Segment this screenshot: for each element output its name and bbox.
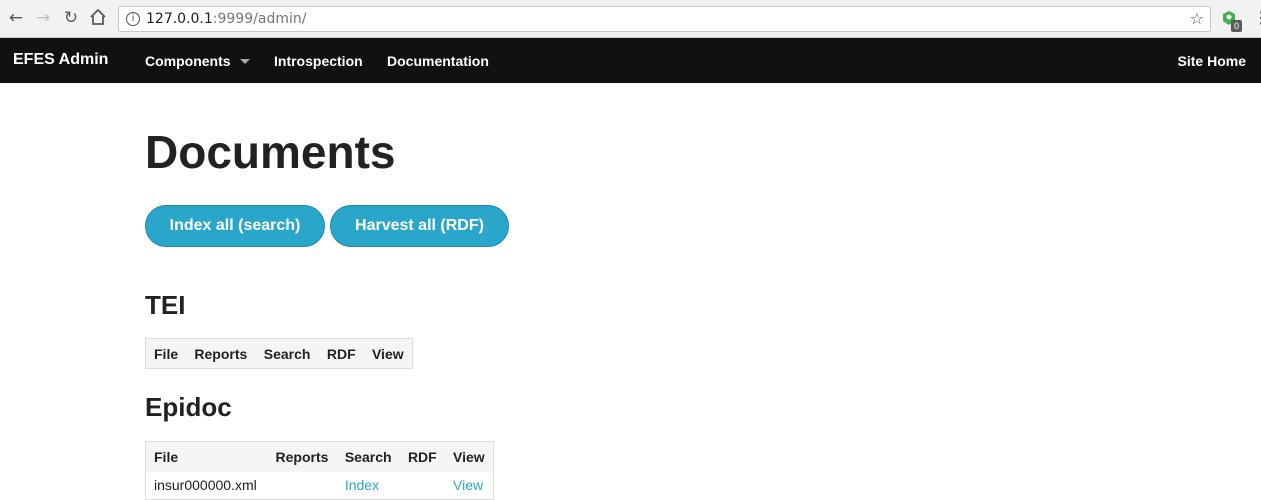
epidoc-row-view: View: [445, 472, 494, 500]
table-row: insur000000.xml Index View: [146, 472, 494, 500]
url-text: 127.0.0.1:9999/admin/: [146, 11, 306, 27]
epidoc-col-reports: Reports: [267, 441, 337, 472]
harvest-all-button[interactable]: Harvest all (RDF): [330, 205, 509, 247]
browser-menu-icon[interactable]: ⋮: [1253, 8, 1261, 28]
info-icon[interactable]: i: [126, 12, 140, 26]
tei-section-title: TEI: [145, 290, 186, 320]
tei-table-header: File Reports Search RDF View: [145, 338, 413, 369]
nav-components[interactable]: Components: [145, 53, 250, 69]
epidoc-col-view: View: [445, 441, 494, 472]
url-host: 127.0.0.1: [146, 11, 213, 27]
tei-col-reports: Reports: [186, 338, 256, 369]
nav-components-label: Components: [145, 53, 231, 69]
browser-toolbar: ← → ↻ i 127.0.0.1:9999/admin/ ☆ 0 ⋮: [0, 0, 1261, 38]
epidoc-row-rdf: [400, 472, 445, 500]
epidoc-section-title: Epidoc: [145, 392, 232, 422]
caret-down-icon: [239, 58, 250, 64]
page-title: Documents: [145, 126, 396, 178]
nav-documentation[interactable]: Documentation: [387, 53, 489, 69]
extension-badge: 0: [1231, 20, 1242, 32]
index-all-button[interactable]: Index all (search): [145, 205, 325, 247]
nav-introspection[interactable]: Introspection: [274, 53, 363, 69]
bookmark-star-icon[interactable]: ☆: [1190, 9, 1204, 28]
address-bar[interactable]: i 127.0.0.1:9999/admin/ ☆: [118, 6, 1211, 32]
epidoc-row-reports: [268, 472, 337, 500]
tei-col-rdf: RDF: [318, 338, 364, 369]
url-path: :9999/admin/: [212, 11, 307, 27]
epidoc-row-search: Index: [337, 472, 400, 500]
tei-col-file: File: [145, 338, 187, 369]
epidoc-col-search: Search: [336, 441, 400, 472]
view-link[interactable]: View: [453, 477, 483, 493]
index-link[interactable]: Index: [345, 477, 379, 493]
epidoc-table: File Reports Search RDF View insur000000…: [145, 441, 494, 500]
epidoc-table-header: File Reports Search RDF View: [145, 441, 494, 472]
reload-icon[interactable]: ↻: [61, 8, 81, 28]
epidoc-row-file: insur000000.xml: [154, 477, 257, 494]
epidoc-col-rdf: RDF: [399, 441, 445, 472]
top-navbar: EFES Admin Components Introspection Docu…: [0, 38, 1261, 83]
brand-link[interactable]: EFES Admin: [13, 51, 108, 69]
back-icon[interactable]: ←: [6, 8, 26, 28]
tei-table: File Reports Search RDF View: [145, 338, 413, 369]
nav-site-home[interactable]: Site Home: [1178, 53, 1246, 69]
tei-col-search: Search: [255, 338, 319, 369]
epidoc-col-file: File: [145, 441, 268, 472]
tei-col-view: View: [363, 338, 413, 369]
forward-icon[interactable]: →: [33, 8, 53, 28]
home-icon[interactable]: [88, 8, 108, 28]
